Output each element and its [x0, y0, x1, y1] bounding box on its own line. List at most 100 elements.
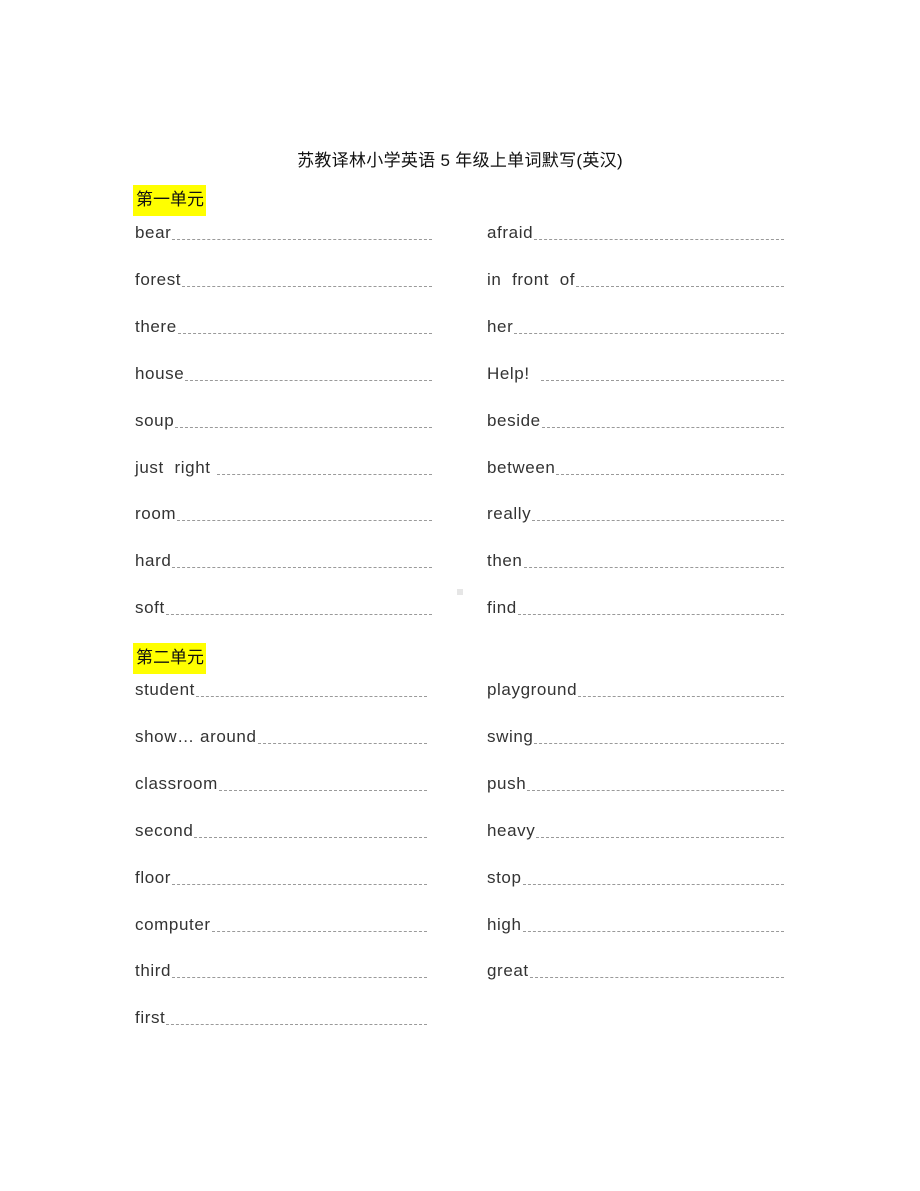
word-label: computer	[135, 914, 211, 934]
answer-blank[interactable]	[534, 238, 784, 240]
word-label: find	[487, 598, 517, 618]
word-row: find	[487, 597, 784, 619]
answer-blank[interactable]	[578, 695, 784, 697]
word-row: computer	[135, 914, 427, 936]
word-label: her	[487, 316, 514, 336]
word-label: soup	[135, 410, 175, 430]
word-label: soft	[135, 598, 165, 618]
word-row: soup	[135, 410, 432, 432]
word-row: floor	[135, 867, 427, 889]
word-row: first	[135, 1007, 427, 1029]
word-label: third	[135, 961, 172, 981]
answer-blank[interactable]	[166, 1023, 427, 1026]
answer-blank[interactable]	[522, 930, 784, 932]
page-title: 苏教译林小学英语 5 年级上单词默写(英汉)	[297, 151, 623, 170]
word-label: student	[135, 680, 195, 699]
word-label: first	[135, 1008, 166, 1028]
answer-blank[interactable]	[541, 426, 784, 428]
word-row: bear	[135, 222, 432, 244]
word-label: bear	[135, 223, 172, 242]
answer-blank[interactable]	[194, 836, 427, 838]
word-row: afraid	[487, 222, 784, 244]
word-label: playground	[487, 680, 578, 699]
answer-blank[interactable]	[172, 238, 432, 240]
word-row: just right	[135, 457, 432, 479]
answer-blank[interactable]	[177, 519, 432, 522]
word-row: really	[487, 503, 784, 525]
word-row: Help!	[487, 363, 784, 385]
answer-blank[interactable]	[576, 285, 784, 287]
word-label: classroom	[135, 773, 218, 793]
word-label: Help!	[487, 363, 541, 383]
word-label: show… around	[135, 726, 257, 746]
word-row: great	[487, 960, 784, 982]
word-label: swing	[487, 726, 534, 746]
answer-blank[interactable]	[172, 566, 432, 569]
answer-blank[interactable]	[527, 789, 784, 791]
word-row: room	[135, 503, 432, 525]
word-label: great	[487, 961, 529, 981]
answer-blank[interactable]	[195, 695, 427, 697]
word-row: second	[135, 820, 427, 842]
answer-blank[interactable]	[257, 742, 427, 744]
answer-blank[interactable]	[523, 566, 784, 569]
answer-blank[interactable]	[172, 976, 427, 979]
word-label: room	[135, 504, 177, 524]
word-row: classroom	[135, 773, 427, 795]
word-row: student	[135, 679, 427, 701]
word-row: between	[487, 457, 784, 479]
word-label: forest	[135, 269, 182, 289]
word-label: stop	[487, 867, 522, 887]
answer-blank[interactable]	[172, 883, 427, 885]
word-label: hard	[135, 551, 172, 571]
word-label: then	[487, 551, 523, 571]
word-row: beside	[487, 410, 784, 432]
word-label: between	[487, 457, 556, 477]
word-row: hard	[135, 550, 432, 572]
word-label: push	[487, 773, 527, 793]
answer-blank[interactable]	[541, 379, 784, 381]
word-row: high	[487, 914, 784, 936]
answer-blank[interactable]	[211, 930, 427, 932]
word-row: show… around	[135, 726, 427, 748]
word-row: push	[487, 773, 784, 795]
answer-blank[interactable]	[556, 473, 784, 475]
unit-2-heading: 第二单元	[133, 643, 206, 674]
word-row: in front of	[487, 269, 784, 291]
answer-blank[interactable]	[218, 789, 427, 791]
answer-blank[interactable]	[532, 519, 784, 522]
word-label: afraid	[487, 223, 534, 242]
answer-blank[interactable]	[517, 613, 784, 616]
word-row: forest	[135, 269, 432, 291]
word-row: soft	[135, 597, 432, 619]
word-label: in front of	[487, 269, 576, 289]
answer-blank[interactable]	[534, 742, 784, 744]
answer-blank[interactable]	[175, 426, 432, 428]
answer-blank[interactable]	[165, 613, 432, 616]
word-row: third	[135, 960, 427, 982]
page-marker	[457, 589, 463, 595]
word-row: stop	[487, 867, 784, 889]
word-label: high	[487, 914, 522, 934]
unit-1-heading: 第一单元	[133, 185, 206, 216]
answer-blank[interactable]	[216, 473, 432, 475]
answer-blank[interactable]	[529, 976, 784, 979]
word-label: house	[135, 363, 185, 383]
answer-blank[interactable]	[522, 883, 784, 885]
word-label: just right	[135, 457, 216, 477]
word-label: second	[135, 820, 194, 840]
word-row: then	[487, 550, 784, 572]
word-label: there	[135, 316, 177, 336]
word-label: beside	[487, 410, 541, 430]
answer-blank[interactable]	[536, 836, 784, 838]
word-row: there	[135, 316, 432, 338]
answer-blank[interactable]	[182, 285, 432, 287]
answer-blank[interactable]	[514, 332, 784, 334]
word-row: heavy	[487, 820, 784, 842]
word-row: swing	[487, 726, 784, 748]
answer-blank[interactable]	[177, 332, 432, 334]
word-label: really	[487, 504, 532, 524]
word-label: heavy	[487, 820, 536, 840]
answer-blank[interactable]	[185, 379, 432, 381]
word-row: house	[135, 363, 432, 385]
